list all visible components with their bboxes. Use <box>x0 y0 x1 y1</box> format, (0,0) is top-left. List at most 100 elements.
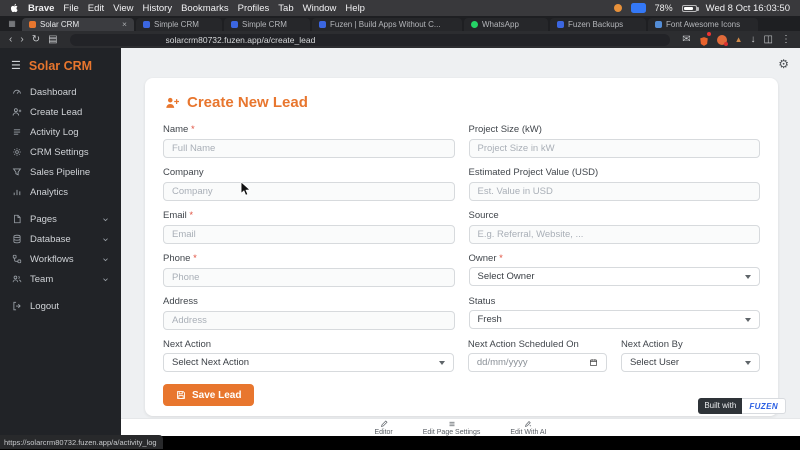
project-size-input[interactable] <box>468 139 760 158</box>
input-source-badge[interactable] <box>630 3 646 13</box>
sidebar-item-label: Pages <box>30 213 57 225</box>
save-icon <box>176 390 186 400</box>
sidebar-item-dashboard[interactable]: Dashboard <box>0 82 121 102</box>
sidebar-item-sales-pipeline[interactable]: Sales Pipeline <box>0 162 121 182</box>
sidebar-item-analytics[interactable]: Analytics <box>0 182 121 202</box>
owner-select[interactable]: Select Owner <box>468 267 760 286</box>
dashboard-icon <box>12 87 23 97</box>
tab-fuzen[interactable]: Fuzen | Build Apps Without C... <box>312 18 462 31</box>
profile-avatar[interactable] <box>716 34 728 46</box>
settings-gear-icon[interactable]: ⚙ <box>778 58 789 70</box>
tab-simple-crm-1[interactable]: Simple CRM <box>136 18 222 31</box>
sidebar-item-workflows[interactable]: Workflows <box>0 249 121 269</box>
forward-icon[interactable]: › <box>20 34 23 45</box>
fuzen-logo: FUZEN <box>742 398 786 414</box>
next-action-select[interactable]: Select Next Action <box>163 353 454 372</box>
menu-file[interactable]: File <box>63 3 78 14</box>
tab-close-icon[interactable]: × <box>122 20 127 29</box>
next-action-date-input[interactable]: dd/mm/yyyy <box>467 353 607 372</box>
field-name: Name * <box>163 124 455 158</box>
menu-help[interactable]: Help <box>345 3 365 14</box>
page-title-row: Create New Lead <box>165 94 760 111</box>
apple-menu-icon[interactable] <box>10 3 19 13</box>
split-view-icon[interactable]: ◫ <box>764 34 773 45</box>
download-icon[interactable]: ↓ <box>751 34 756 45</box>
brave-shield-icon[interactable] <box>699 32 711 46</box>
back-icon[interactable]: ‹ <box>9 34 12 45</box>
url-bar[interactable]: solarcrm80732.fuzen.app/a/create_lead <box>69 33 671 46</box>
menu-edit[interactable]: Edit <box>88 3 104 14</box>
editor-footer-bar: Editor Edit Page Settings Edit With AI <box>121 418 800 436</box>
footer-item-page-settings[interactable]: Edit Page Settings <box>422 420 481 436</box>
screen-record-icon[interactable] <box>613 4 622 12</box>
menu-history[interactable]: History <box>143 3 173 14</box>
menu-bookmarks[interactable]: Bookmarks <box>181 3 229 14</box>
sidebar-item-label: Team <box>30 273 54 285</box>
brave-rewards-icon[interactable]: ▲ <box>735 35 743 44</box>
sidebar-item-database[interactable]: Database <box>0 229 121 249</box>
tab-search-icon[interactable]: ▦ <box>4 16 20 31</box>
tab-whatsapp[interactable]: WhatsApp <box>464 18 548 31</box>
footer-item-editor[interactable]: Editor <box>374 420 393 436</box>
company-input[interactable] <box>163 182 455 201</box>
sidebar-item-logout[interactable]: Logout <box>0 296 121 316</box>
tab-favicon <box>471 21 478 28</box>
tab-simple-crm-2[interactable]: Simple CRM <box>224 18 310 31</box>
menu-window[interactable]: Window <box>303 3 337 14</box>
source-input[interactable] <box>468 225 760 244</box>
tab-favicon <box>557 21 564 28</box>
chevron-down-icon <box>102 216 109 223</box>
workflow-icon <box>12 254 23 264</box>
tab-fuzen-backups[interactable]: Fuzen Backups <box>550 18 646 31</box>
phone-input[interactable] <box>163 268 455 287</box>
chevron-down-icon <box>102 276 109 283</box>
field-label: Next Action Scheduled On <box>467 339 579 350</box>
sidebar-item-label: Database <box>30 233 71 245</box>
sidebar-toggle-icon[interactable]: ▤ <box>48 34 57 45</box>
chevron-down-icon <box>438 360 445 365</box>
next-action-by-select[interactable]: Select User <box>620 353 760 372</box>
menu-profiles[interactable]: Profiles <box>238 3 270 14</box>
tab-label: Font Awesome Icons <box>666 20 741 29</box>
field-address: Address <box>163 296 455 330</box>
name-input[interactable] <box>163 139 455 158</box>
menu-tab[interactable]: Tab <box>278 3 293 14</box>
editor-pencil-icon <box>380 420 388 427</box>
field-email: Email * <box>163 210 455 244</box>
footer-item-label: Edit Page Settings <box>422 428 481 436</box>
sidebar-item-create-lead[interactable]: Create Lead <box>0 102 121 122</box>
status-select[interactable]: Fresh <box>468 310 760 329</box>
field-label: Owner * <box>468 253 503 264</box>
tab-favicon <box>655 21 662 28</box>
browser-viewport: ☰ Solar CRM Dashboard Create Lead Activi… <box>0 48 800 436</box>
footer-item-edit-with-ai[interactable]: Edit With AI <box>510 420 547 436</box>
hamburger-menu-icon[interactable]: ☰ <box>11 60 21 72</box>
address-input[interactable] <box>163 311 455 330</box>
chevron-down-icon <box>745 274 751 279</box>
menu-view[interactable]: View <box>113 3 133 14</box>
sidebar-item-crm-settings[interactable]: CRM Settings <box>0 142 121 162</box>
app-sidebar: ☰ Solar CRM Dashboard Create Lead Activi… <box>0 48 121 436</box>
sidebar-item-label: CRM Settings <box>30 146 89 158</box>
menubar-clock[interactable]: Wed 8 Oct 16:03:50 <box>706 3 790 14</box>
tab-label: WhatsApp <box>482 20 519 29</box>
sidebar-item-team[interactable]: Team <box>0 269 121 289</box>
battery-icon <box>681 4 699 12</box>
tab-font-awesome[interactable]: Font Awesome Icons <box>648 18 758 31</box>
tab-solar-crm[interactable]: Solar CRM × <box>22 18 134 31</box>
save-lead-button[interactable]: Save Lead <box>163 384 255 406</box>
email-input[interactable] <box>163 225 455 244</box>
user-plus-icon <box>12 107 23 117</box>
menu-app-name[interactable]: Brave <box>28 3 54 14</box>
est-value-input[interactable] <box>468 182 760 201</box>
file-icon <box>12 214 23 224</box>
reload-icon[interactable]: ↻ <box>32 34 40 45</box>
sidebar-item-pages[interactable]: Pages <box>0 209 121 229</box>
sidebar-item-activity-log[interactable]: Activity Log <box>0 122 121 142</box>
reading-list-icon[interactable]: ✉ <box>682 34 690 45</box>
field-label: Phone * <box>163 253 197 264</box>
built-with-badge[interactable]: Built with FUZEN <box>698 398 786 414</box>
field-next-action-date: Next Action Scheduled On dd/mm/yyyy <box>467 339 607 372</box>
more-menu-icon[interactable]: ⋮ <box>781 34 791 45</box>
field-next-action: Next Action Select Next Action <box>163 339 454 372</box>
